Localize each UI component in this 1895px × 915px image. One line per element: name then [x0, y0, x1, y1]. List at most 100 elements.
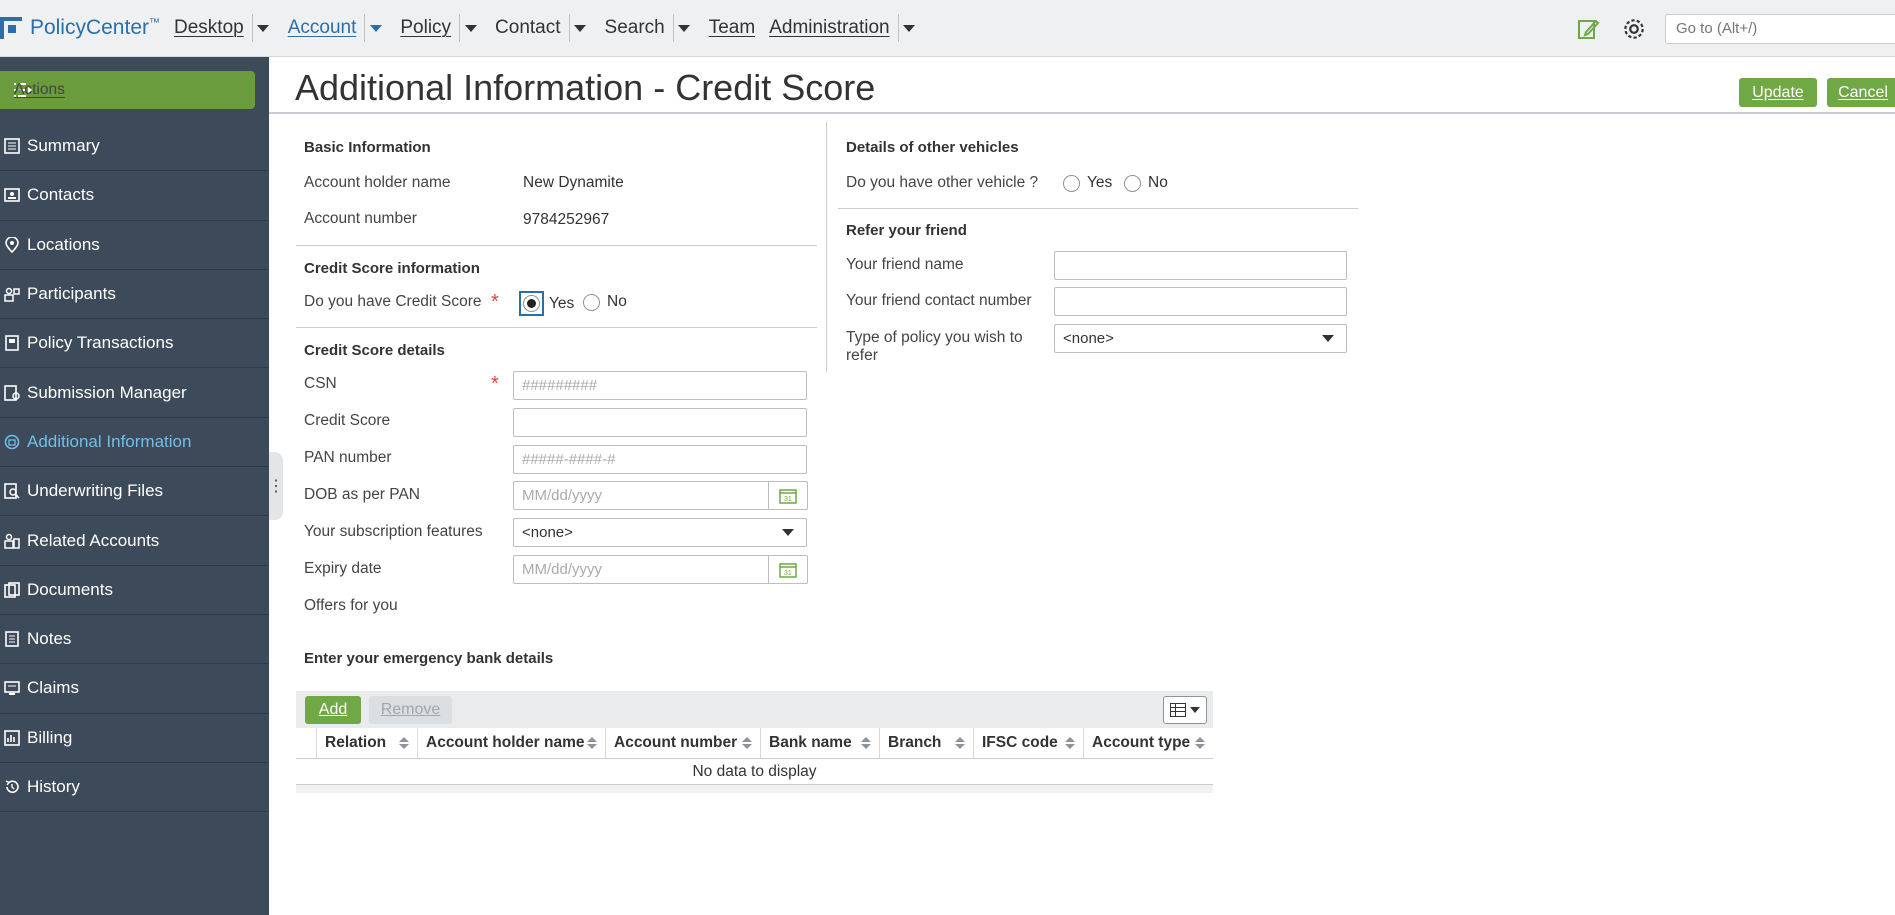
cancel-button[interactable]: Cancel: [1827, 78, 1895, 107]
title-divider: [269, 112, 1895, 114]
nav-tab-label[interactable]: Desktop: [174, 17, 244, 39]
caret-down-icon: [464, 24, 477, 32]
credit-info-heading: Credit Score information: [304, 260, 480, 277]
column-header-label: Account number: [614, 734, 738, 751]
add-button[interactable]: Add: [305, 696, 361, 724]
svg-text:31: 31: [784, 570, 792, 577]
nav-tab-label[interactable]: Search: [605, 17, 665, 39]
search-dropdown-toggle[interactable]: [672, 14, 695, 42]
nav-tab-administration[interactable]: Administration: [769, 14, 919, 42]
policy-dropdown-toggle[interactable]: [459, 14, 481, 42]
nav-tab-label[interactable]: Policy: [400, 17, 451, 39]
policy-type-label-line-1: Type of policy you wish to: [846, 329, 1023, 346]
nav-tab-label[interactable]: Account: [288, 17, 357, 39]
sidebar-item-label: Summary: [27, 136, 100, 156]
nav-tab-label[interactable]: Administration: [769, 17, 889, 39]
sidebar-item-billing[interactable]: Billing: [0, 714, 269, 763]
sidebar-item-contacts[interactable]: Contacts: [0, 171, 269, 221]
sidebar-item-summary[interactable]: Summary: [0, 122, 269, 172]
column-header-bank-name[interactable]: Bank name: [760, 728, 879, 758]
sidebar-item-underwriting-files[interactable]: Underwriting Files: [0, 467, 269, 517]
sidebar-item-related-accounts[interactable]: Related Accounts: [0, 516, 269, 566]
calendar-icon[interactable]: 31: [768, 555, 808, 584]
sidebar-item-policy-transactions[interactable]: Policy Transactions: [0, 319, 269, 369]
grid-header-row: Relation Account holder name Account num…: [296, 728, 1213, 759]
gear-icon[interactable]: [1619, 14, 1649, 44]
actions-button[interactable]: Actions: [0, 71, 255, 109]
credit-score-no-radio[interactable]: No: [583, 293, 627, 311]
sidebar-item-label: Billing: [27, 727, 73, 747]
nav-tab-search[interactable]: Search: [605, 14, 695, 42]
policy-type-select[interactable]: <none>: [1054, 324, 1347, 353]
csn-input[interactable]: #########: [513, 371, 807, 400]
related-accounts-icon: [2, 531, 22, 551]
sidebar-item-participants[interactable]: Participants: [0, 270, 269, 320]
sidebar-item-notes[interactable]: Notes: [0, 615, 269, 665]
grid-toolbar: Add Remove: [296, 691, 1213, 728]
credit-details-heading: Credit Score details: [304, 342, 445, 359]
desktop-dropdown-toggle[interactable]: [251, 14, 274, 42]
nav-tab-label[interactable]: Team: [709, 17, 755, 39]
friend-name-input[interactable]: [1054, 251, 1347, 280]
nav-tab-team[interactable]: Team: [709, 17, 755, 39]
sidebar-item-documents[interactable]: Documents: [0, 566, 269, 615]
section-divider: [296, 245, 817, 246]
remove-label: Remove: [380, 701, 441, 718]
svg-text:31: 31: [784, 496, 792, 503]
refer-friend-heading: Refer your friend: [846, 222, 967, 239]
documents-icon: [2, 580, 22, 600]
update-button[interactable]: Update: [1739, 78, 1817, 107]
subscription-select[interactable]: <none>: [513, 518, 807, 547]
expiry-date-label: Expiry date: [304, 560, 382, 577]
sidebar-item-claims[interactable]: Claims: [0, 664, 269, 714]
nav-tab-policy[interactable]: Policy: [400, 14, 481, 42]
credit-score-input[interactable]: [513, 408, 807, 437]
other-vehicle-yes-radio[interactable]: Yes: [1063, 174, 1112, 192]
caret-down-icon: [678, 24, 691, 32]
page-title: Additional Information - Credit Score: [295, 67, 876, 108]
pan-number-input[interactable]: #####-####-#: [513, 445, 807, 474]
underwriting-files-icon: [2, 481, 22, 501]
nav-tab-label[interactable]: Contact: [495, 17, 560, 39]
column-header-relation[interactable]: Relation: [316, 728, 417, 758]
friend-contact-input[interactable]: [1054, 287, 1347, 316]
sidebar-item-additional-information[interactable]: Additional Information: [0, 418, 269, 468]
sidebar-item-submission-manager[interactable]: Submission Manager: [0, 368, 269, 418]
app-logo[interactable]: PolicyCenter™: [0, 16, 160, 40]
column-header-label: IFSC code: [982, 734, 1058, 751]
calendar-icon[interactable]: 31: [768, 481, 808, 510]
edit-note-icon[interactable]: [1573, 14, 1603, 44]
column-settings-button[interactable]: [1163, 696, 1207, 724]
remove-button[interactable]: Remove: [369, 696, 452, 724]
radio-empty-icon: [1063, 174, 1080, 192]
radio-empty-icon: [583, 293, 600, 311]
caret-down-icon: [1190, 707, 1200, 713]
nav-tab-account[interactable]: Account: [288, 14, 387, 42]
administration-dropdown-toggle[interactable]: [897, 14, 920, 42]
radio-empty-icon: [1124, 174, 1141, 192]
nav-tab-desktop[interactable]: Desktop: [174, 14, 274, 42]
column-header-branch[interactable]: Branch: [879, 728, 973, 758]
goto-search-input[interactable]: [1665, 13, 1895, 44]
update-label: Update: [1752, 83, 1804, 101]
column-header-ifsc-code[interactable]: IFSC code: [973, 728, 1083, 758]
grid-header-spacer: [296, 728, 316, 758]
column-header-account-type[interactable]: Account type: [1083, 728, 1213, 758]
policy-type-label-line-2: refer: [846, 347, 878, 364]
dob-date-input[interactable]: MM/dd/yyyy: [513, 481, 769, 510]
main-nav: Desktop Account Policy Contact Search Te…: [174, 14, 934, 42]
column-header-account-holder-name[interactable]: Account holder name: [417, 728, 605, 758]
credit-score-yes-radio[interactable]: Yes: [519, 291, 574, 316]
sidebar-item-locations[interactable]: Locations: [0, 221, 269, 270]
column-header-account-number[interactable]: Account number: [605, 728, 760, 758]
contact-dropdown-toggle[interactable]: [568, 14, 591, 42]
account-dropdown-toggle[interactable]: [364, 14, 386, 42]
basic-info-heading: Basic Information: [304, 139, 431, 156]
app-name: PolicyCenter: [29, 16, 149, 39]
expiry-date-input[interactable]: MM/dd/yyyy: [513, 555, 769, 584]
nav-tab-contact[interactable]: Contact: [495, 14, 590, 42]
sort-icon: [587, 737, 597, 749]
sort-icon: [955, 737, 965, 749]
sidebar-item-history[interactable]: History: [0, 763, 269, 813]
other-vehicle-no-radio[interactable]: No: [1124, 174, 1168, 192]
